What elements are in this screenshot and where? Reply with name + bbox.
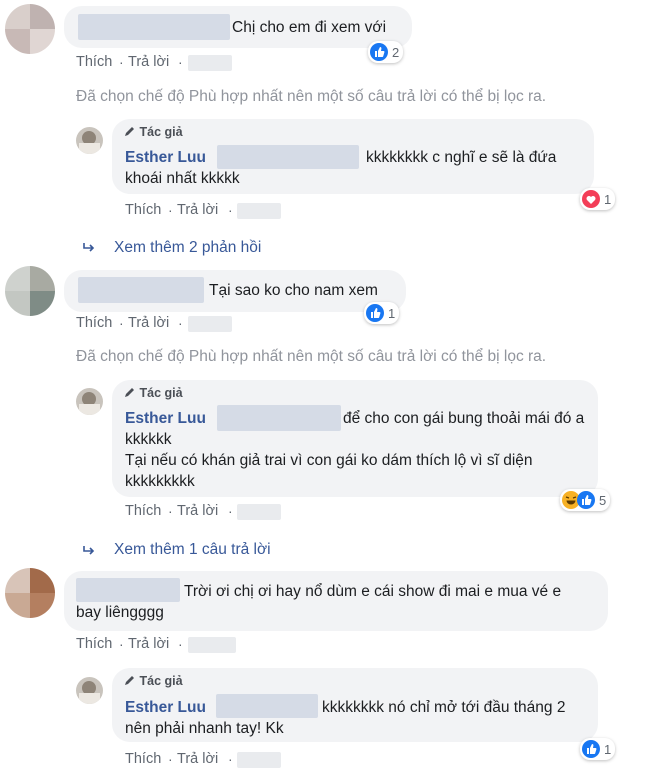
reply-button[interactable]: Trả lời — [177, 503, 218, 519]
separator: · — [119, 54, 124, 70]
commenter-avatar[interactable] — [5, 4, 55, 54]
author-name[interactable]: Esther Luu — [125, 697, 206, 718]
like-icon — [366, 304, 384, 322]
reply-text-line: kkkkkkkk nó chỉ mở tới đầu tháng 2 — [322, 699, 566, 716]
blurred-mention — [217, 405, 341, 431]
reply-text-line: kkkkkk — [125, 431, 172, 448]
reaction-summary[interactable]: 5 — [560, 489, 611, 511]
separator: · — [168, 202, 173, 218]
reply-button[interactable]: Trả lời — [128, 636, 169, 652]
separator: · — [228, 503, 233, 519]
blurred-timestamp — [237, 203, 281, 219]
reply-text-line: kkkkkkkk c nghĩ e sẽ là đứa — [366, 149, 557, 166]
comment-text: Chị cho em đi xem với — [232, 19, 387, 36]
blurred-timestamp — [188, 55, 232, 71]
comment-text-line: bay liêngggg — [76, 604, 164, 621]
author-badge: Tác giả — [124, 125, 183, 139]
reaction-summary[interactable]: 1 — [580, 738, 616, 760]
view-more-replies-link[interactable]: Xem thêm 1 câu trả lời — [114, 541, 271, 559]
author-avatar[interactable] — [76, 127, 103, 154]
like-button[interactable]: Thích — [76, 636, 112, 652]
blurred-mention — [217, 145, 359, 169]
author-name[interactable]: Esther Luu — [125, 147, 206, 168]
reaction-count: 2 — [392, 44, 400, 60]
commenter-avatar[interactable] — [5, 568, 55, 618]
like-icon — [370, 43, 388, 61]
love-icon — [582, 190, 600, 208]
separator: · — [178, 636, 183, 652]
comment-text: Tại sao ko cho nam xem — [209, 282, 378, 299]
reaction-summary[interactable]: 2 — [368, 41, 404, 63]
reply-text-line: Tại nếu có khán giả trai vì con gái ko d… — [125, 452, 533, 469]
blurred-timestamp — [188, 316, 232, 332]
reaction-summary[interactable]: 1 — [364, 302, 400, 324]
reply-button[interactable]: Trả lời — [177, 202, 218, 218]
like-button[interactable]: Thích — [76, 54, 112, 70]
pen-icon — [125, 388, 134, 397]
blurred-timestamp — [188, 637, 236, 653]
reply-text-line: kkkkkkkkk — [125, 473, 195, 490]
reaction-count: 5 — [599, 492, 607, 508]
separator: · — [228, 751, 233, 767]
reply-button[interactable]: Trả lời — [128, 315, 169, 331]
like-button[interactable]: Thích — [125, 202, 161, 218]
blurred-mention — [216, 694, 318, 718]
like-button[interactable]: Thích — [125, 503, 161, 519]
reply-arrow-icon — [83, 546, 95, 555]
like-button[interactable]: Thích — [125, 751, 161, 767]
blurred-name — [76, 578, 180, 602]
reply-button[interactable]: Trả lời — [177, 751, 218, 767]
separator: · — [168, 751, 173, 767]
author-badge: Tác giả — [124, 674, 183, 688]
blurred-name — [78, 277, 204, 303]
blurred-timestamp — [237, 504, 281, 520]
reply-button[interactable]: Trả lời — [128, 54, 169, 70]
like-button[interactable]: Thích — [76, 315, 112, 331]
blurred-name — [78, 14, 230, 40]
separator: · — [178, 315, 183, 331]
commenter-avatar[interactable] — [5, 266, 55, 316]
blurred-timestamp — [237, 752, 281, 768]
separator: · — [228, 202, 233, 218]
author-badge: Tác giả — [124, 386, 183, 400]
pen-icon — [125, 676, 134, 685]
author-name[interactable]: Esther Luu — [125, 408, 206, 429]
separator: · — [119, 315, 124, 331]
separator: · — [168, 503, 173, 519]
comment-text-line: Trời ơi chị ơi hay nổ dùm e cái show đi … — [184, 583, 562, 600]
separator: · — [119, 636, 124, 652]
reaction-count: 1 — [604, 741, 612, 757]
reaction-count: 1 — [604, 191, 612, 207]
reaction-count: 1 — [388, 305, 396, 321]
reaction-summary[interactable]: 1 — [580, 188, 616, 210]
reply-arrow-icon — [83, 243, 95, 252]
pen-icon — [125, 127, 134, 136]
reply-text-line: khoái nhất kkkkk — [125, 170, 240, 187]
view-more-replies-link[interactable]: Xem thêm 2 phản hồi — [114, 239, 261, 257]
reply-text-line: nên phải nhanh tay! Kk — [125, 720, 284, 737]
author-avatar[interactable] — [76, 677, 103, 704]
like-icon — [577, 491, 595, 509]
reply-text-line: để cho con gái bung thoải mái đó a — [343, 410, 585, 427]
separator: · — [178, 54, 183, 70]
like-icon — [582, 740, 600, 758]
filter-note: Đã chọn chế độ Phù hợp nhất nên một số c… — [76, 348, 547, 365]
filter-note: Đã chọn chế độ Phù hợp nhất nên một số c… — [76, 88, 547, 105]
author-avatar[interactable] — [76, 388, 103, 415]
